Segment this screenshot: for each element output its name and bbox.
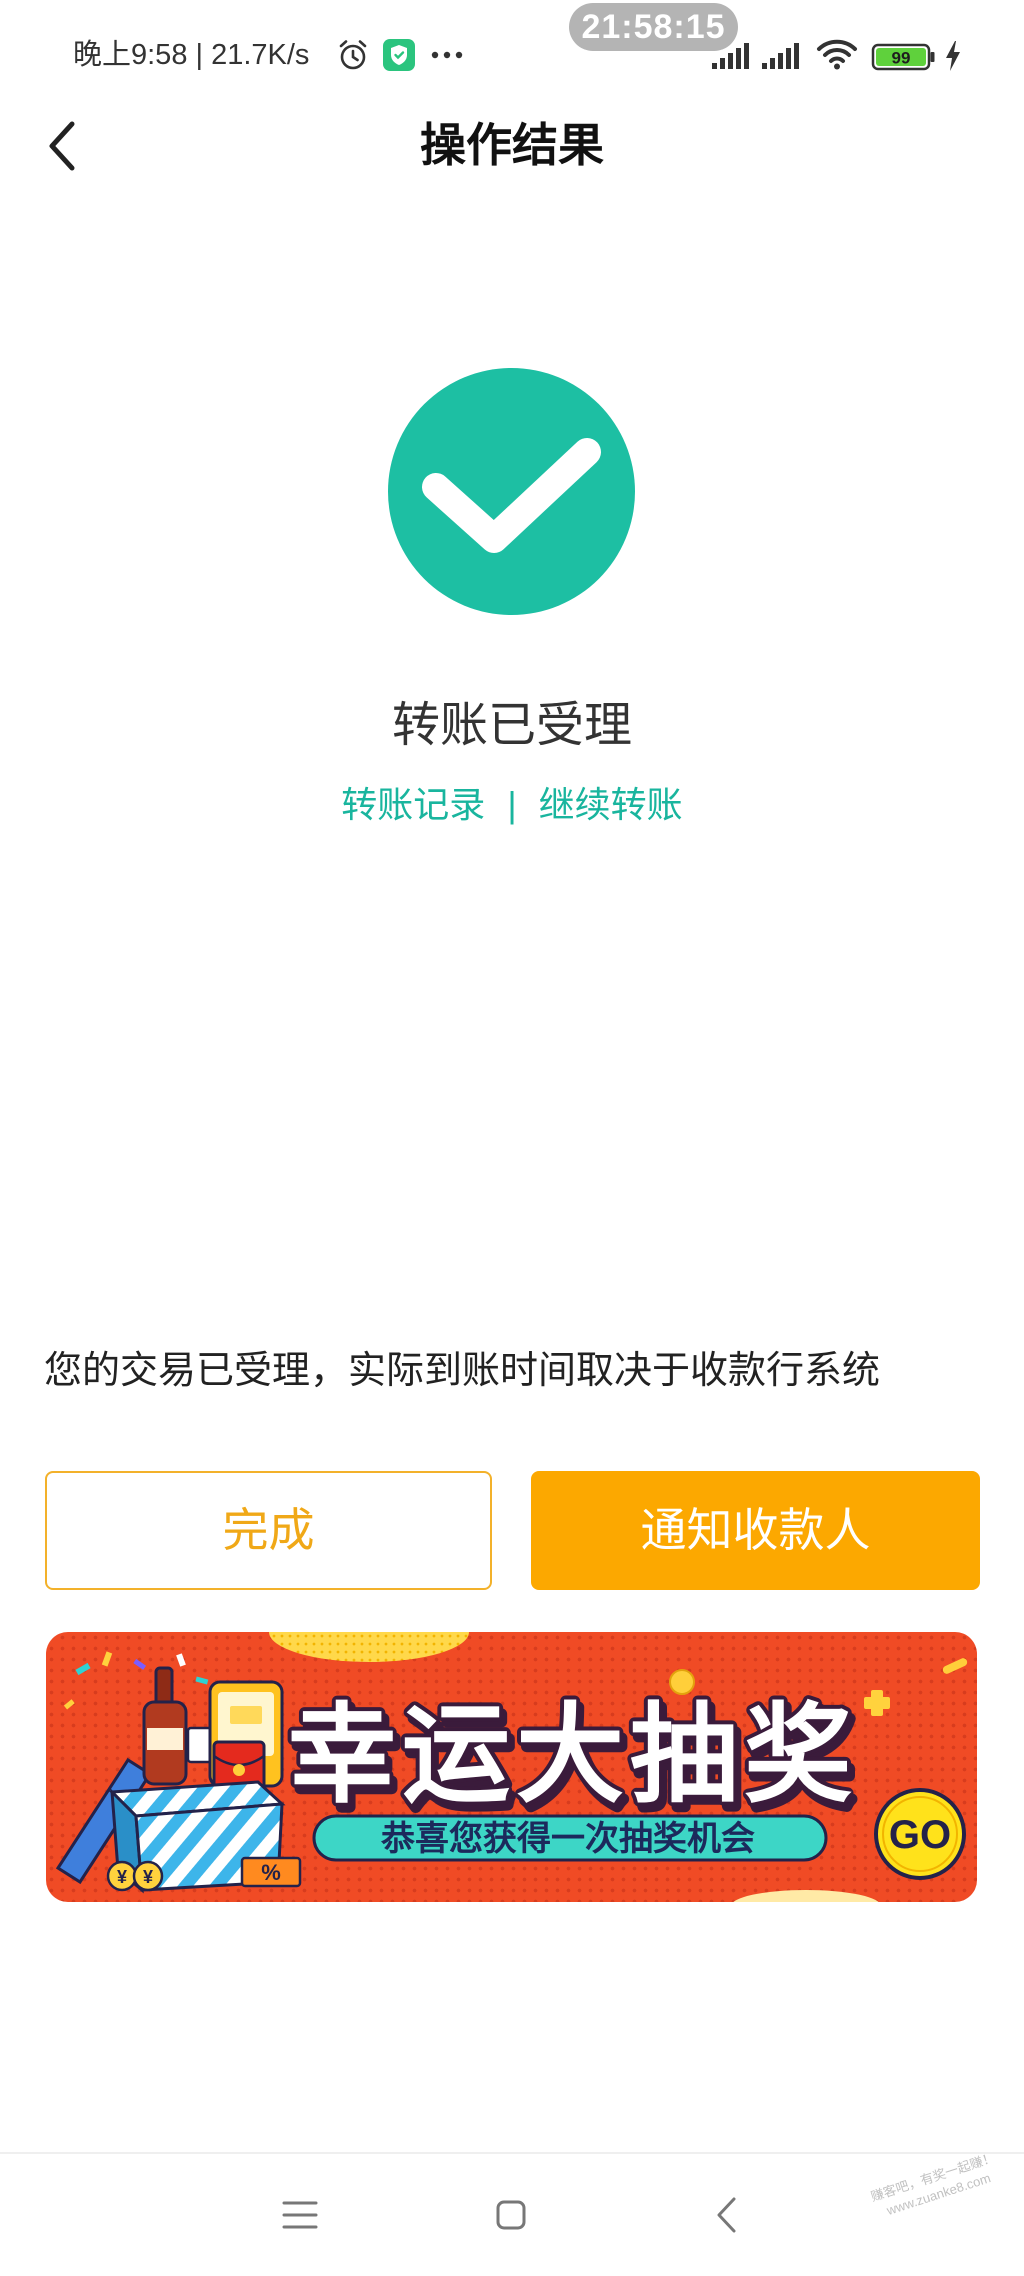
banner-subtitle: 恭喜您获得一次抽奖机会 (380, 1820, 755, 1858)
bottle (142, 1666, 188, 1786)
yuan-coin: ¥ (132, 1860, 164, 1892)
result-links: 转账记录 | 继续转账 (0, 783, 1024, 827)
discount-tag-label: % (261, 1860, 281, 1885)
system-nav-divider (0, 2152, 1024, 2154)
signal-bars-icon (762, 43, 799, 69)
go-label: GO (889, 1813, 951, 1857)
link-divider: | (507, 784, 517, 825)
discount-tag: % (240, 1856, 302, 1888)
battery-level: 99 (892, 49, 911, 68)
banner-artwork: ¥ ¥ % 幸运大抽奖 恭喜您获得一次抽奖机会 GO (55, 1632, 968, 1902)
watermark: 赚客吧，有奖一起赚！ www.zuanke8.com (864, 2147, 1008, 2225)
check-circle-icon (388, 368, 635, 615)
bottom-yellow-arc (733, 1890, 879, 1902)
plus-sparkle (864, 1690, 890, 1716)
charging-bolt-icon (946, 41, 960, 71)
gold-coin (669, 1669, 695, 1695)
coin-symbol: ¥ (143, 1867, 153, 1887)
done-button[interactable]: 完成 (45, 1471, 492, 1590)
page-title: 操作结果 (420, 119, 604, 171)
result-status-text: 转账已受理 (391, 699, 632, 752)
back-chevron-icon[interactable] (714, 2196, 738, 2234)
wifi-icon (817, 39, 857, 70)
coin-symbol: ¥ (117, 1867, 127, 1887)
arrival-notice-text: 您的交易已受理，实际到账时间取决于收款行系统 (44, 1350, 881, 1392)
more-dots-icon (431, 51, 463, 59)
banner-title: 幸运大抽奖 (288, 1694, 858, 1815)
notify-payee-button[interactable]: 通知收款人 (531, 1471, 980, 1590)
top-yellow-arc (269, 1632, 469, 1662)
continue-transfer-link[interactable]: 继续转账 (539, 784, 683, 825)
go-button[interactable]: GO (874, 1788, 966, 1880)
status-clock-pill: 21:58:15 (569, 3, 738, 51)
lucky-draw-banner[interactable]: ¥ ¥ % 幸运大抽奖 恭喜您获得一次抽奖机会 GO (46, 1632, 977, 1902)
status-left-text: 晚上9:58 | 21.7K/s (73, 39, 310, 71)
shield-app-icon (383, 39, 415, 71)
battery-icon: 99 (871, 43, 935, 71)
alarm-clock-icon (339, 40, 367, 70)
menu-icon[interactable] (280, 2197, 320, 2233)
home-square-icon[interactable] (496, 2200, 526, 2230)
transfer-records-link[interactable]: 转账记录 (341, 784, 485, 825)
yuan-coin: ¥ (106, 1860, 138, 1892)
transfer-result-screen: 晚上9:58 | 21.7K/s 21:58:15 99 操作结果 转账已受理 … (0, 0, 1024, 2276)
